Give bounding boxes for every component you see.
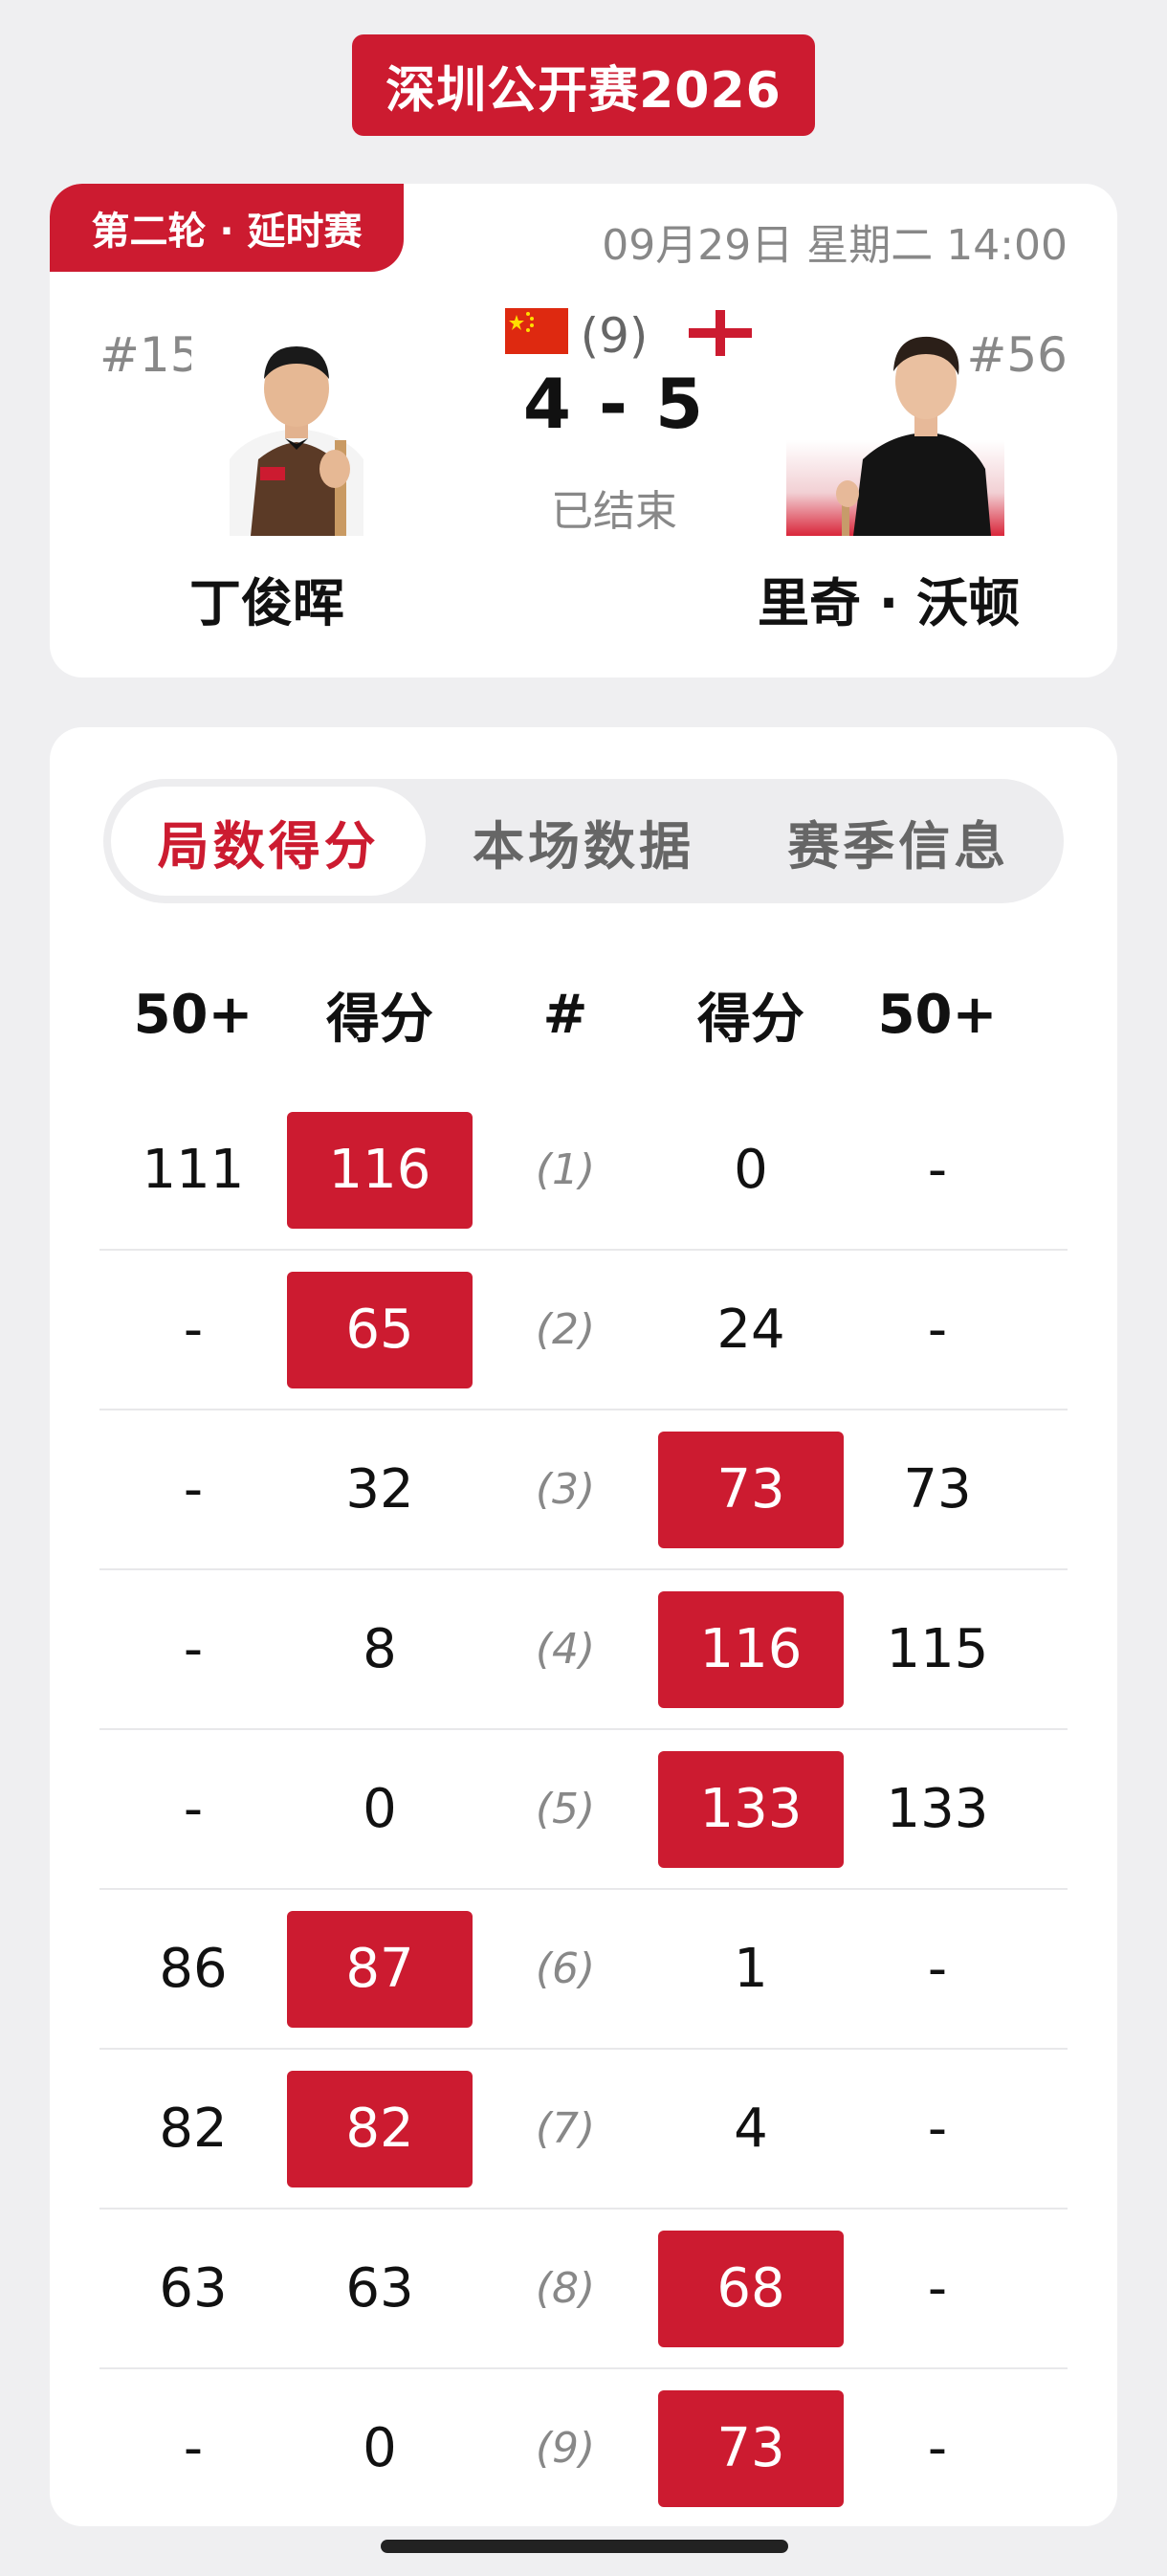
scoreboard: (9) 4 - 5 已结束 xyxy=(451,308,777,538)
frame-table-header: 50+ 得分 # 得分 50+ xyxy=(99,966,1068,1062)
home-indicator[interactable] xyxy=(381,2540,788,2553)
header-right-score: 得分 xyxy=(697,988,804,1051)
match-card: 第二轮 · 延时赛 09月29日 星期二 14:00 #15 #56 丁俊晖 里… xyxy=(50,184,1117,677)
table-row: - 65 (2) 24 - xyxy=(99,1251,1068,1410)
tab-match-stats[interactable]: 本场数据 xyxy=(426,787,740,896)
right-frame-score: 24 xyxy=(716,1299,785,1361)
right-break: 133 xyxy=(886,1778,989,1840)
round-badge: 第二轮 · 延时赛 xyxy=(50,184,404,272)
left-player-name[interactable]: 丁俊晖 xyxy=(189,561,344,636)
tournament-title[interactable]: 深圳公开赛2026 xyxy=(352,34,815,136)
header-left-breaks: 50+ xyxy=(133,983,253,1046)
frame-number: (4) xyxy=(535,1625,596,1674)
frame-number: (6) xyxy=(535,1944,596,1993)
left-break: 111 xyxy=(142,1139,245,1201)
left-frame-score: 116 xyxy=(287,1111,473,1229)
right-break: - xyxy=(927,1299,948,1361)
tab-season-info[interactable]: 赛季信息 xyxy=(741,787,1056,896)
left-break: - xyxy=(183,1299,204,1361)
right-break: - xyxy=(927,1139,948,1201)
left-frame-score: 32 xyxy=(345,1458,414,1521)
table-row: - 8 (4) 116 115 xyxy=(99,1570,1068,1730)
frame-number: (8) xyxy=(535,2264,596,2313)
left-break: - xyxy=(183,2417,204,2479)
left-frame-score: 0 xyxy=(363,2417,397,2479)
stats-tabs: 局数得分 本场数据 赛季信息 xyxy=(103,779,1064,903)
left-break: - xyxy=(183,1778,204,1840)
left-frame-score: 65 xyxy=(287,1271,473,1388)
left-break: 63 xyxy=(159,2257,228,2320)
match-status: 已结束 xyxy=(551,487,677,536)
left-frame-score: 63 xyxy=(345,2257,414,2320)
frame-number: (2) xyxy=(535,1305,596,1354)
right-player-avatar[interactable] xyxy=(786,325,1054,536)
right-break: 115 xyxy=(886,1618,989,1680)
frame-number: (1) xyxy=(535,1145,596,1194)
frame-number: (9) xyxy=(535,2424,596,2473)
right-break: - xyxy=(927,1938,948,2000)
left-frame-score: 87 xyxy=(287,1910,473,2028)
left-frame-score: 8 xyxy=(363,1618,397,1680)
table-row: - 32 (3) 73 73 xyxy=(99,1410,1068,1570)
table-row: 63 63 (8) 68 - xyxy=(99,2210,1068,2369)
left-frame-score: 0 xyxy=(363,1778,397,1840)
left-break: - xyxy=(183,1618,204,1680)
left-frame-score: 82 xyxy=(287,2070,473,2187)
right-frame-score: 1 xyxy=(734,1938,768,2000)
right-frame-score: 73 xyxy=(658,2389,844,2507)
left-player-seed: #15 xyxy=(99,327,201,383)
right-frame-score: 0 xyxy=(734,1139,768,1201)
table-row: 86 87 (6) 1 - xyxy=(99,1890,1068,2050)
right-frame-score: 4 xyxy=(734,2098,768,2160)
match-score: 4 - 5 xyxy=(522,364,706,444)
header-left-score: 得分 xyxy=(326,988,433,1051)
right-break: - xyxy=(927,2098,948,2160)
right-frame-score: 68 xyxy=(658,2230,844,2347)
right-break: - xyxy=(927,2417,948,2479)
header-frame-number: # xyxy=(542,983,588,1046)
stats-card: 局数得分 本场数据 赛季信息 50+ 得分 # 得分 50+ 111 116 (… xyxy=(50,727,1117,2526)
right-frame-score: 116 xyxy=(658,1590,844,1708)
right-player-name[interactable]: 里奇 · 沃顿 xyxy=(758,561,1020,636)
left-break: - xyxy=(183,1458,204,1521)
table-row: 82 82 (7) 4 - xyxy=(99,2050,1068,2210)
table-row: 111 116 (1) 0 - xyxy=(99,1091,1068,1251)
left-break: 82 xyxy=(159,2098,228,2160)
tab-frame-scores[interactable]: 局数得分 xyxy=(111,787,427,896)
match-datetime: 09月29日 星期二 14:00 xyxy=(602,221,1068,270)
header-right-breaks: 50+ xyxy=(877,983,998,1046)
left-break: 86 xyxy=(159,1938,228,2000)
right-break: 73 xyxy=(903,1458,972,1521)
match-detail-screen: 深圳公开赛2026 第二轮 · 延时赛 09月29日 星期二 14:00 #15… xyxy=(0,0,1167,2576)
england-flag-icon xyxy=(689,310,752,356)
left-player-avatar[interactable] xyxy=(191,325,402,536)
frame-number: (5) xyxy=(535,1785,596,1833)
right-frame-score: 133 xyxy=(658,1750,844,1868)
table-row: - 0 (9) 73 - xyxy=(99,2369,1068,2526)
frame-number: (3) xyxy=(535,1465,596,1514)
table-row: - 0 (5) 133 133 xyxy=(99,1730,1068,1890)
frame-number: (7) xyxy=(535,2104,596,2153)
frame-table-body: 111 116 (1) 0 - - 65 (2) 24 - - 32 (3) 7… xyxy=(99,1091,1068,2526)
right-frame-score: 73 xyxy=(658,1431,844,1548)
right-break: - xyxy=(927,2257,948,2320)
